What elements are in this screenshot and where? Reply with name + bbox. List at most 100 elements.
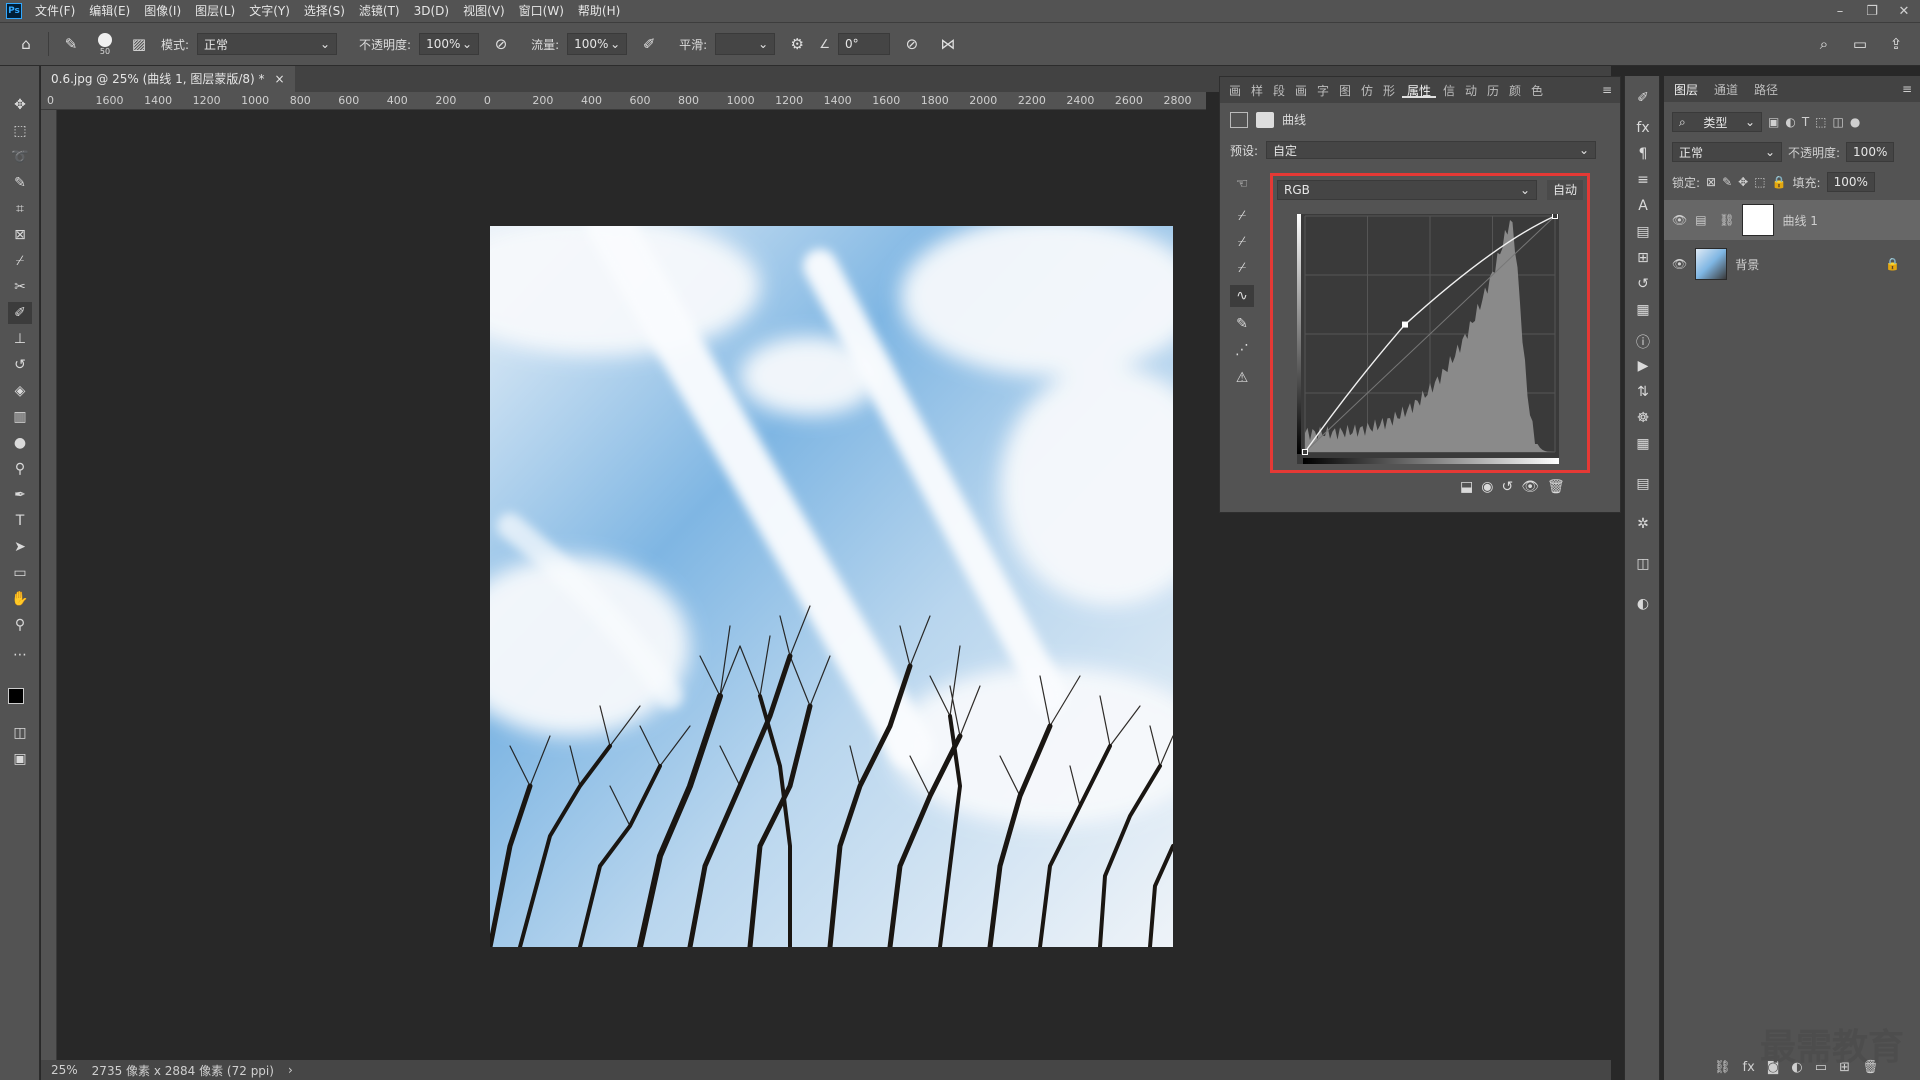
hand-tool-icon[interactable]: ✋ xyxy=(8,588,32,610)
lock-image-icon[interactable]: ✎ xyxy=(1722,175,1732,189)
panel-menu-icon[interactable]: ≡ xyxy=(1902,82,1920,96)
clip-to-layer-icon[interactable]: ⬓ xyxy=(1460,479,1473,495)
brush-settings-icon[interactable]: ✐ xyxy=(1633,90,1653,110)
filter-type-icon[interactable]: T xyxy=(1802,115,1809,129)
quick-mask-icon[interactable]: ◫ xyxy=(8,722,32,744)
healing-tool-icon[interactable]: ✂ xyxy=(8,276,32,298)
layer-row-curves[interactable]: 👁 ▤ ⛓ 曲线 1 xyxy=(1664,200,1920,240)
properties-tab-2[interactable]: 段 xyxy=(1270,82,1288,98)
gradient-tool-icon[interactable]: ▥ xyxy=(8,406,32,428)
menu-filter[interactable]: 滤镜(T) xyxy=(352,0,407,22)
target-adjust-icon[interactable]: ☜ xyxy=(1230,173,1254,195)
panel-menu-icon[interactable]: ≡ xyxy=(1602,83,1620,97)
white-point-eyedropper-icon[interactable]: ⌿ xyxy=(1230,257,1254,279)
notes-icon[interactable]: ▤ xyxy=(1633,476,1653,496)
tab-paths[interactable]: 路径 xyxy=(1754,81,1778,98)
layer-filter-select[interactable]: ⌕ 类型 ⌄ xyxy=(1672,112,1762,132)
curve-control-point[interactable] xyxy=(1402,321,1408,328)
gray-point-eyedropper-icon[interactable]: ⌿ xyxy=(1230,231,1254,253)
menu-help[interactable]: 帮助(H) xyxy=(571,0,627,22)
properties-tab-4[interactable]: 字 xyxy=(1314,82,1332,98)
mask-icon[interactable] xyxy=(1256,111,1274,128)
view-previous-icon[interactable]: ◉ xyxy=(1481,479,1493,495)
filter-smart-object-icon[interactable]: ◫ xyxy=(1833,115,1844,129)
properties-tab-11[interactable]: 历 xyxy=(1484,82,1502,98)
eraser-tool-icon[interactable]: ◈ xyxy=(8,380,32,402)
properties-tab-13[interactable]: 色 xyxy=(1528,82,1546,98)
filter-toggle-icon[interactable]: ● xyxy=(1850,115,1860,129)
link-layers-icon[interactable]: ⛓ xyxy=(1714,1060,1731,1075)
symmetry-icon[interactable]: ⋈ xyxy=(934,30,962,58)
layer-name[interactable]: 背景 xyxy=(1735,256,1759,273)
restore-icon[interactable]: ❐ xyxy=(1856,4,1888,19)
3d-icon[interactable]: ◫ xyxy=(1633,556,1653,576)
type-tool-icon[interactable]: T xyxy=(8,510,32,532)
properties-tab-1[interactable]: 样 xyxy=(1248,82,1266,98)
properties-tab-7[interactable]: 形 xyxy=(1380,82,1398,98)
filter-adjustment-icon[interactable]: ◐ xyxy=(1785,115,1795,129)
more-tools-icon[interactable]: ⋯ xyxy=(8,644,32,666)
layer-name[interactable]: 曲线 1 xyxy=(1782,212,1817,229)
menu-layer[interactable]: 图层(L) xyxy=(188,0,242,22)
properties-tab-5[interactable]: 图 xyxy=(1336,82,1354,98)
menu-file[interactable]: 文件(F) xyxy=(28,0,82,22)
libraries-icon[interactable]: ⊞ xyxy=(1633,250,1653,270)
screen-mode-icon[interactable]: ▣ xyxy=(8,748,32,770)
lock-transparent-icon[interactable]: ⊠ xyxy=(1706,175,1716,189)
brush-panel-icon[interactable]: ▨ xyxy=(125,30,153,58)
adjustments-icon[interactable]: ⇅ xyxy=(1633,384,1653,404)
preset-select[interactable]: 自定 ⌄ xyxy=(1266,141,1597,159)
properties-tab-12[interactable]: 颜 xyxy=(1506,82,1524,98)
home-icon[interactable]: ⌂ xyxy=(12,30,40,58)
workspace-icon[interactable]: ▭ xyxy=(1846,30,1874,58)
eyedropper-tool-icon[interactable]: ⌿ xyxy=(8,250,32,272)
menu-image[interactable]: 图像(I) xyxy=(137,0,188,22)
curve-point-tool-icon[interactable]: ∿ xyxy=(1230,285,1254,307)
properties-tab-6[interactable]: 仿 xyxy=(1358,82,1376,98)
menu-select[interactable]: 选择(S) xyxy=(297,0,352,22)
zoom-tool-icon[interactable]: ⚲ xyxy=(8,614,32,636)
close-icon[interactable]: ✕ xyxy=(1888,4,1920,19)
lock-position-icon[interactable]: ✥ xyxy=(1738,175,1748,189)
glyphs-icon[interactable]: ▤ xyxy=(1633,224,1653,244)
flow-input[interactable]: 100% ⌄ xyxy=(567,33,628,55)
dodge-tool-icon[interactable]: ⚲ xyxy=(8,458,32,480)
lock-artboard-icon[interactable]: ⬚ xyxy=(1754,175,1765,189)
channel-select[interactable]: RGB ⌄ xyxy=(1277,180,1537,200)
foreground-color-swatch[interactable] xyxy=(8,688,24,704)
properties-tab-3[interactable]: 画 xyxy=(1292,82,1310,98)
visibility-eye-icon[interactable]: 👁 xyxy=(1672,213,1687,227)
paragraph-icon[interactable]: ¶ xyxy=(1633,146,1653,166)
gear-icon[interactable]: ⚙ xyxy=(783,30,811,58)
black-point-eyedropper-icon[interactable]: ⌿ xyxy=(1230,205,1254,227)
brush-preset-icon[interactable]: ✎ xyxy=(57,30,85,58)
minimize-icon[interactable]: – xyxy=(1824,4,1856,19)
pen-tool-icon[interactable]: ✒ xyxy=(8,484,32,506)
blur-tool-icon[interactable]: ● xyxy=(8,432,32,454)
frame-tool-icon[interactable]: ⊠ xyxy=(8,224,32,246)
history-brush-tool-icon[interactable]: ↺ xyxy=(8,354,32,376)
layer-style-icon[interactable]: fx xyxy=(1743,1060,1755,1075)
layer-opacity-input[interactable]: 100% xyxy=(1846,142,1895,162)
swatches-icon[interactable]: ☸ xyxy=(1633,410,1653,430)
info-icon[interactable]: ⓘ xyxy=(1633,332,1653,352)
opacity-input[interactable]: 100% ⌄ xyxy=(419,33,480,55)
character-icon[interactable]: A xyxy=(1633,198,1653,218)
rectangle-tool-icon[interactable]: ▭ xyxy=(8,562,32,584)
document-tab[interactable]: 0.6.jpg @ 25% (曲线 1, 图层蒙版/8) * × xyxy=(41,66,295,92)
layer-mask-thumbnail[interactable] xyxy=(1742,204,1775,236)
properties-tab-9[interactable]: 信 xyxy=(1440,82,1458,98)
marquee-tool-icon[interactable]: ⬚ xyxy=(8,120,32,142)
actions-icon[interactable]: ▶ xyxy=(1633,358,1653,378)
zoom-level[interactable]: 25% xyxy=(51,1063,78,1077)
tab-layers[interactable]: 图层 xyxy=(1674,81,1698,98)
brush-tool-icon[interactable]: ✐ xyxy=(8,302,32,324)
tab-channels[interactable]: 通道 xyxy=(1714,81,1738,98)
pressure-size-icon[interactable]: ⊘ xyxy=(898,30,926,58)
lasso-tool-icon[interactable]: ➰ xyxy=(8,146,32,168)
menu-type[interactable]: 文字(Y) xyxy=(242,0,297,22)
visibility-icon[interactable]: 👁 xyxy=(1521,479,1539,495)
layer-row-background[interactable]: 👁 背景 🔒 xyxy=(1664,244,1920,284)
properties-tab-10[interactable]: 动 xyxy=(1462,82,1480,98)
mode-select[interactable]: 正常 ⌄ xyxy=(197,33,338,55)
